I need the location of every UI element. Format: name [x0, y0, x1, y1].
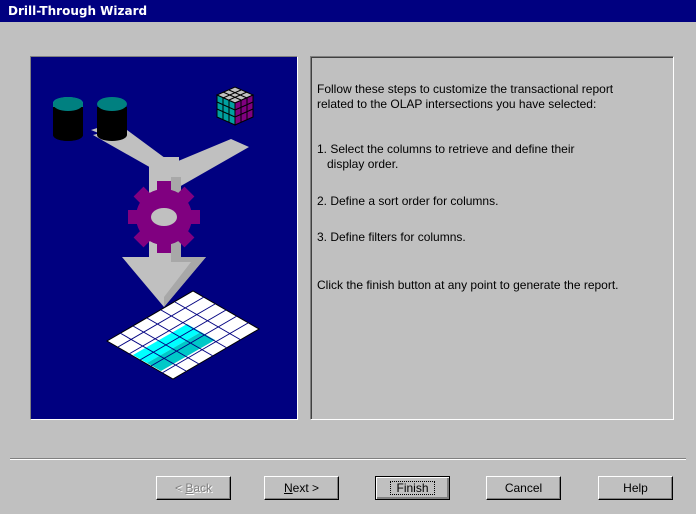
help-button[interactable]: Help: [598, 476, 673, 500]
finish-note: Click the finish button at any point to …: [317, 278, 619, 292]
step-1: 1. Select the columns to retrieve and de…: [317, 142, 574, 172]
step-3: 3. Define filters for columns.: [317, 230, 466, 244]
step-2: 2. Define a sort order for columns.: [317, 194, 499, 208]
step-1-line-2: display order.: [327, 157, 399, 171]
back-button-prefix: <: [174, 481, 186, 495]
cancel-button-label: Cancel: [504, 481, 543, 495]
help-button-label: Help: [623, 481, 648, 495]
cancel-button[interactable]: Cancel: [486, 476, 561, 500]
database-cylinders-icon: [53, 97, 127, 141]
intro-line-2: related to the OLAP intersections you ha…: [317, 97, 597, 111]
report-grid-icon: [106, 290, 260, 380]
button-separator: [10, 458, 686, 460]
step-1-line-1: 1. Select the columns to retrieve and de…: [317, 142, 575, 156]
intro-line-1: Follow these steps to customize the tran…: [317, 82, 614, 96]
title-bar: Drill-Through Wizard: [0, 0, 696, 22]
next-button-rest: ext >: [292, 481, 320, 495]
finish-button-label: Finish: [390, 481, 435, 495]
wizard-illustration: [30, 56, 298, 420]
gear-icon: [128, 181, 200, 253]
olap-cube-icon: [215, 86, 255, 126]
next-button-mnemonic: N: [283, 481, 293, 495]
next-button[interactable]: Next >: [264, 476, 339, 500]
instructions-panel: Follow these steps to customize the tran…: [310, 56, 674, 420]
back-button-rest: ack: [193, 481, 213, 495]
window-title: Drill-Through Wizard: [8, 4, 148, 18]
back-button[interactable]: < Back: [156, 476, 231, 500]
finish-button[interactable]: Finish: [375, 476, 450, 500]
intro-text: Follow these steps to customize the tran…: [317, 82, 613, 112]
